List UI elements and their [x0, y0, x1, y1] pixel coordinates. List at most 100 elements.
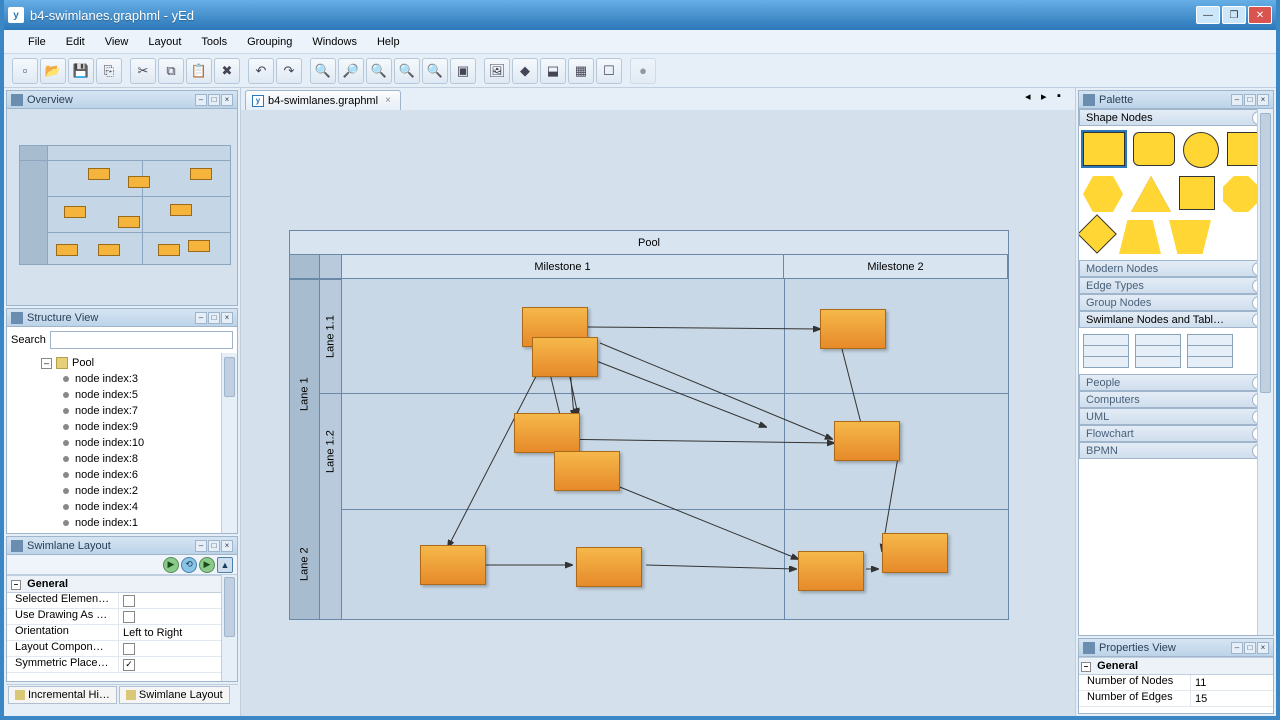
graph-node[interactable]: [532, 337, 598, 377]
reset-icon[interactable]: ⟲: [181, 557, 197, 573]
grid-icon[interactable]: ▦: [568, 58, 594, 84]
section-group-nodes[interactable]: Group Nodes˅: [1079, 294, 1273, 311]
copy-icon[interactable]: ⧉: [158, 58, 184, 84]
shape-diamond[interactable]: [1079, 214, 1117, 254]
overview-canvas[interactable]: [7, 109, 237, 305]
checkbox[interactable]: [123, 595, 135, 607]
tree-node[interactable]: node index:2: [7, 483, 237, 499]
close-button[interactable]: ✕: [1248, 6, 1272, 24]
panel-min-icon[interactable]: –: [195, 540, 207, 552]
panel-close-icon[interactable]: ×: [1257, 642, 1269, 654]
swimlane-template-1[interactable]: [1083, 334, 1129, 368]
export-icon[interactable]: ⎘: [96, 58, 122, 84]
prop-row[interactable]: Use Drawing As …: [7, 609, 237, 625]
open-icon[interactable]: 📂: [40, 58, 66, 84]
run-icon[interactable]: ▶: [199, 557, 215, 573]
graph-node[interactable]: [798, 551, 864, 591]
zoom-in-icon[interactable]: 🔍: [310, 58, 336, 84]
graph-node[interactable]: [420, 545, 486, 585]
graph-node[interactable]: [514, 413, 580, 453]
prop-row[interactable]: Layout Compon…: [7, 641, 237, 657]
tree-node[interactable]: node index:3: [7, 371, 237, 387]
shape-ellipse[interactable]: [1183, 132, 1219, 168]
layout-icon[interactable]: ☐: [596, 58, 622, 84]
shape-trapezoid[interactable]: [1119, 220, 1161, 254]
prop-section-general[interactable]: – General: [1079, 657, 1273, 675]
section-modern-nodes[interactable]: Modern Nodes˅: [1079, 260, 1273, 277]
menu-grouping[interactable]: Grouping: [237, 32, 302, 52]
search-input[interactable]: [50, 331, 233, 349]
scrollbar[interactable]: [221, 353, 237, 533]
section-swimlane-nodes[interactable]: Swimlane Nodes and Tabl…˄: [1079, 311, 1273, 328]
panel-min-icon[interactable]: –: [1231, 94, 1243, 106]
section-uml[interactable]: UML˅: [1079, 408, 1273, 425]
checkbox[interactable]: [123, 643, 135, 655]
tree-node[interactable]: node index:10: [7, 435, 237, 451]
section-edge-types[interactable]: Edge Types˅: [1079, 277, 1273, 294]
shape-hexagon[interactable]: [1083, 176, 1123, 212]
section-flowchart[interactable]: Flowchart˅: [1079, 425, 1273, 442]
panel-min-icon[interactable]: –: [195, 312, 207, 324]
document-tab[interactable]: y b4-swimlanes.graphml ×: [245, 90, 401, 110]
graph-canvas[interactable]: Pool Milestone 1 Milestone 2 Lane 1 Lane…: [241, 110, 1075, 716]
swimlane-template-2[interactable]: [1135, 334, 1181, 368]
panel-close-icon[interactable]: ×: [221, 312, 233, 324]
save-icon[interactable]: 💾: [68, 58, 94, 84]
section-bpmn[interactable]: BPMN˅: [1079, 442, 1273, 459]
lane2-label[interactable]: Lane 2: [290, 509, 319, 619]
panel-max-icon[interactable]: □: [1244, 94, 1256, 106]
panel-min-icon[interactable]: –: [1231, 642, 1243, 654]
checkbox[interactable]: ✓: [123, 659, 135, 671]
panel-close-icon[interactable]: ×: [221, 94, 233, 106]
panel-max-icon[interactable]: □: [208, 540, 220, 552]
hierarchy-icon[interactable]: ⬓: [540, 58, 566, 84]
sublane11-label[interactable]: Lane 1.1: [320, 279, 341, 393]
tree-node[interactable]: node index:9: [7, 419, 237, 435]
swimlane-template-3[interactable]: [1187, 334, 1233, 368]
tree-root[interactable]: Pool: [72, 357, 94, 369]
tree-node[interactable]: node index:4: [7, 499, 237, 515]
prop-row[interactable]: OrientationLeft to Right: [7, 625, 237, 641]
prop-row[interactable]: Symmetric Place…✓: [7, 657, 237, 673]
tab-swimlane[interactable]: Swimlane Layout: [119, 686, 230, 704]
column-milestone1[interactable]: Milestone 1: [342, 255, 784, 278]
undo-icon[interactable]: ↶: [248, 58, 274, 84]
column-milestone2[interactable]: Milestone 2: [784, 255, 1008, 278]
tab-incremental[interactable]: Incremental Hi…: [8, 686, 117, 704]
panel-close-icon[interactable]: ×: [221, 540, 233, 552]
panel-max-icon[interactable]: □: [208, 94, 220, 106]
scrollbar[interactable]: [221, 575, 237, 681]
section-computers[interactable]: Computers˅: [1079, 391, 1273, 408]
zoom-out-icon[interactable]: 🔎: [338, 58, 364, 84]
shape-rect3[interactable]: [1179, 176, 1215, 210]
graph-node[interactable]: [882, 533, 948, 573]
paste-icon[interactable]: 📋: [186, 58, 212, 84]
menu-windows[interactable]: Windows: [302, 32, 367, 52]
graph-node[interactable]: [820, 309, 886, 349]
panel-close-icon[interactable]: ×: [1257, 94, 1269, 106]
sublane12-label[interactable]: Lane 1.2: [320, 393, 341, 509]
menu-help[interactable]: Help: [367, 32, 410, 52]
structure-tree[interactable]: – Pool node index:3node index:5node inde…: [7, 353, 237, 533]
tree-node[interactable]: node index:6: [7, 467, 237, 483]
image-icon[interactable]: 🖼: [484, 58, 510, 84]
zoom-sel-icon[interactable]: 🔍: [394, 58, 420, 84]
menu-layout[interactable]: Layout: [138, 32, 191, 52]
pool-title[interactable]: Pool: [290, 231, 1008, 255]
print-icon[interactable]: ●: [630, 58, 656, 84]
zoom-fit-icon[interactable]: 🔍: [422, 58, 448, 84]
minimize-button[interactable]: —: [1196, 6, 1220, 24]
shape-trapezoid-inv[interactable]: [1169, 220, 1211, 254]
checkbox[interactable]: [123, 611, 135, 623]
tab-next-icon[interactable]: ▸: [1041, 90, 1055, 104]
lane1-label[interactable]: Lane 1: [290, 279, 319, 509]
shape-rectangle[interactable]: [1083, 132, 1125, 166]
close-tab-icon[interactable]: ×: [382, 95, 394, 107]
up-icon[interactable]: ▲: [217, 557, 233, 573]
menu-edit[interactable]: Edit: [56, 32, 95, 52]
scrollbar[interactable]: [1257, 109, 1273, 635]
tree-node[interactable]: node index:1: [7, 515, 237, 531]
apply-icon[interactable]: ▶: [163, 557, 179, 573]
section-shape-nodes[interactable]: Shape Nodes˄: [1079, 109, 1273, 126]
menu-tools[interactable]: Tools: [191, 32, 237, 52]
